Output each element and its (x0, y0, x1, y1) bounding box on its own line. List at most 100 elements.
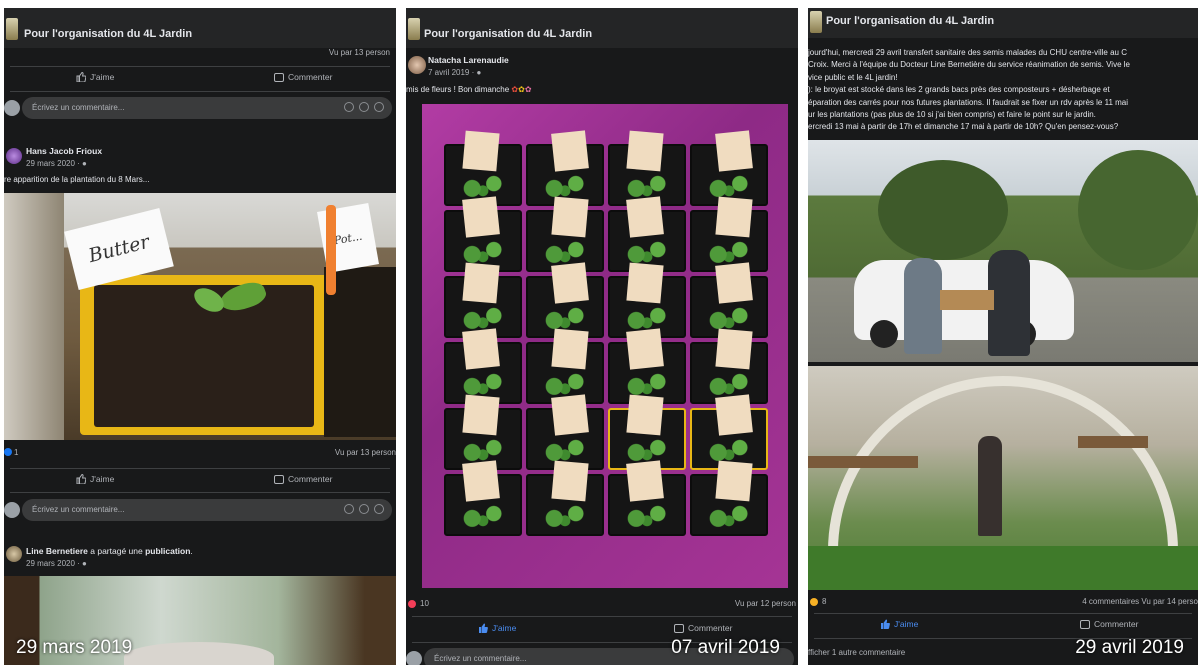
love-reaction-icon (408, 600, 416, 608)
seedling-sprouts (538, 372, 592, 396)
seedling-trays-photo[interactable] (422, 104, 788, 588)
tree (878, 160, 1008, 260)
like-label: J'aime (90, 474, 115, 484)
globe-icon: ● (82, 159, 87, 168)
date-caption: 07 avril 2019 (671, 637, 780, 658)
seedling-sprouts (620, 240, 674, 264)
divider (10, 91, 390, 92)
group-title[interactable]: Pour l'organisation du 4L Jardin (826, 15, 994, 27)
avatar[interactable] (406, 651, 422, 665)
views-count[interactable]: Vu par 13 person (329, 48, 390, 57)
plant-tag (626, 196, 664, 238)
comment-tools (344, 504, 384, 514)
seedling-sprouts (456, 504, 510, 528)
seedling-pot (608, 196, 686, 272)
avatar[interactable] (4, 502, 20, 518)
like-button[interactable]: J'aime (76, 474, 114, 484)
seedling-sprouts (702, 504, 756, 528)
emoji-icon[interactable] (344, 102, 354, 112)
avatar[interactable] (6, 148, 22, 164)
gif-icon[interactable] (374, 102, 384, 112)
group-title[interactable]: Pour l'organisation du 4L Jardin (424, 28, 592, 40)
post-text-line: jourd'hui, mercredi 29 avril transfert s… (808, 48, 1127, 57)
seedling-sprouts (538, 438, 592, 462)
divider (814, 613, 1192, 614)
seedling-sprouts (456, 306, 510, 330)
comment-icon (674, 623, 684, 633)
like-label: J'aime (90, 72, 115, 82)
plant-tag (462, 262, 500, 304)
flower-emoji-icon: ✿ (518, 85, 525, 94)
seedling-pot (444, 328, 522, 404)
plant-tag (715, 460, 753, 502)
divider (412, 616, 792, 617)
shared-link[interactable]: publication (145, 546, 190, 556)
seedling-pot (444, 196, 522, 272)
avatar[interactable] (408, 56, 426, 74)
reactions-count[interactable]: 1 (14, 448, 18, 457)
plant-tag (715, 196, 753, 238)
views-count[interactable]: Vu par 13 person (335, 448, 396, 457)
comment-placeholder: Écrivez un commentaire... (434, 654, 527, 663)
camera-icon[interactable] (359, 102, 369, 112)
seedling-sprouts (538, 174, 592, 198)
orange-marker (326, 205, 336, 295)
comment-button[interactable]: Commenter (274, 72, 332, 82)
post-time[interactable]: 7 avril 2019 · ● (428, 68, 481, 77)
author-name: Line Bernetiere (26, 546, 88, 556)
emoji-icon[interactable] (344, 504, 354, 514)
post-time-text: 7 avril 2019 · (428, 68, 477, 77)
seedling-pot (608, 460, 686, 536)
seedling-sprouts (702, 372, 756, 396)
comment-input[interactable]: Écrivez un commentaire... (22, 97, 392, 119)
comment-label: Commenter (1094, 619, 1139, 629)
comment-label: Commenter (288, 72, 333, 82)
comments-views-stats[interactable]: 4 commentaires Vu par 14 perso (1082, 597, 1198, 606)
comment-icon (274, 474, 284, 484)
comment-label: Commenter (288, 474, 333, 484)
date-caption: 29 avril 2019 (1075, 637, 1184, 658)
post-time[interactable]: 29 mars 2020 · ● (26, 159, 87, 168)
greenhouse-photo[interactable] (808, 366, 1198, 590)
post-text-line: Croix. Merci à l'équipe du Docteur Line … (808, 60, 1130, 70)
post-text-line: ur les plantations (pas plus de 10 si j'… (808, 110, 1096, 119)
gif-icon[interactable] (374, 504, 384, 514)
avatar[interactable] (6, 546, 22, 562)
seedling-sprouts (620, 306, 674, 330)
camera-icon[interactable] (359, 504, 369, 514)
reactions-count[interactable]: 8 (822, 597, 826, 606)
views-count[interactable]: Vu par 12 person (735, 599, 796, 608)
like-button[interactable]: J'aime (76, 72, 114, 82)
group-icon (6, 18, 18, 40)
avatar[interactable] (4, 100, 20, 116)
plant-tag (715, 130, 753, 172)
window-frame (4, 193, 64, 440)
post-panel-29-mars: Pour l'organisation du 4L Jardin Vu par … (4, 8, 396, 665)
tree (1078, 150, 1198, 270)
like-button[interactable]: J'aime (880, 619, 918, 629)
globe-icon: ● (82, 559, 87, 568)
shelf (1078, 436, 1148, 448)
comment-button[interactable]: Commenter (674, 623, 732, 633)
post-time[interactable]: 29 mars 2020 · ● (26, 559, 87, 568)
post-author[interactable]: Line Bernetiere a partagé une publicatio… (26, 546, 193, 556)
car-transfer-photo[interactable] (808, 140, 1198, 362)
seedling-pot (526, 460, 604, 536)
seedling-photo[interactable]: Butter Pot... (4, 193, 396, 440)
tray-grid (444, 130, 774, 540)
comment-input[interactable]: Écrivez un commentaire... (22, 499, 392, 521)
post-author[interactable]: Natacha Larenaudie (428, 55, 509, 65)
group-title[interactable]: Pour l'organisation du 4L Jardin (24, 28, 192, 40)
post-author[interactable]: Hans Jacob Frioux (26, 146, 102, 156)
reactions-count[interactable]: 10 (420, 599, 429, 608)
comment-button[interactable]: Commenter (274, 474, 332, 484)
seedling-box (940, 290, 994, 310)
wow-reaction-icon (810, 598, 818, 606)
like-button[interactable]: J'aime (478, 623, 516, 633)
post-text-content: mis de fleurs ! Bon dimanche (406, 85, 510, 94)
shared-end: . (190, 546, 193, 556)
seedling-pot (690, 460, 768, 536)
plant-tag (626, 130, 664, 172)
more-comments-link[interactable]: fficher 1 autre commentaire (808, 648, 905, 657)
comment-button[interactable]: Commenter (1080, 619, 1138, 629)
